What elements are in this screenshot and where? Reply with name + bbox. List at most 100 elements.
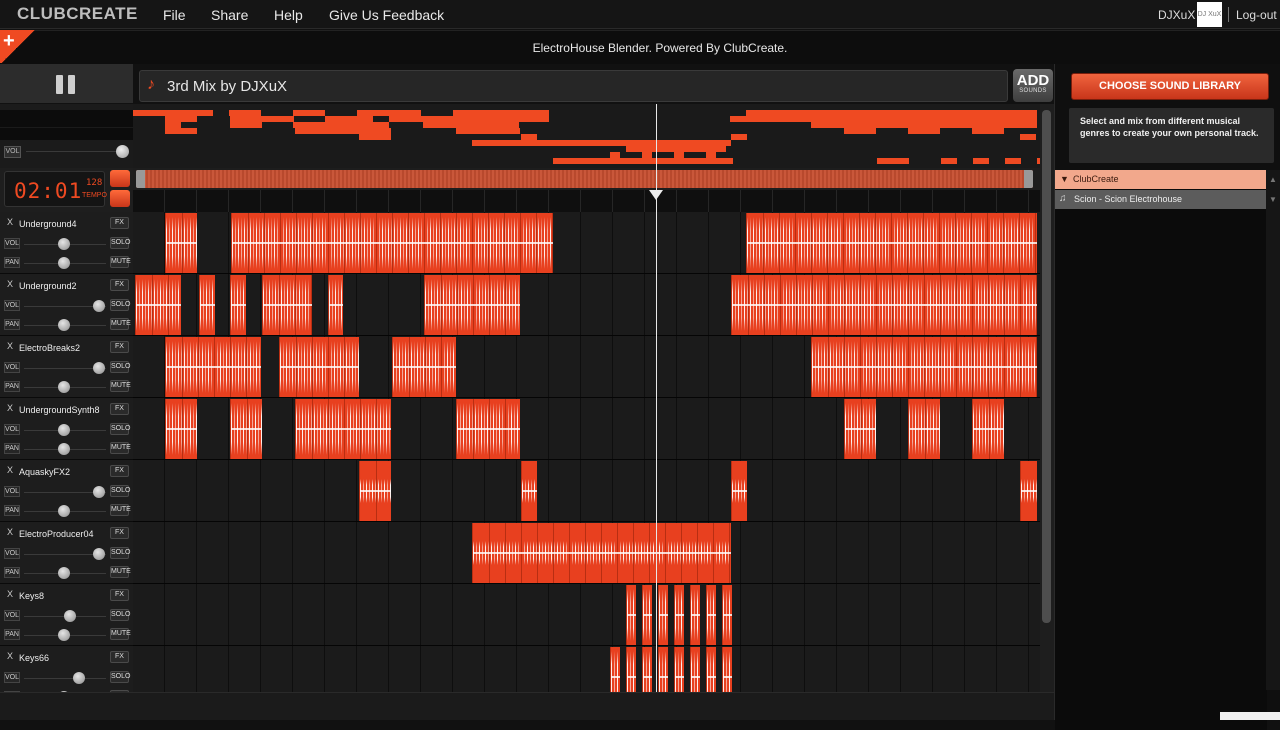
track-lane[interactable]: [133, 274, 1040, 336]
pan-knob[interactable]: [58, 443, 70, 455]
mix-title-bar[interactable]: ♪ 3rd Mix by DJXuX: [139, 70, 1008, 102]
audio-clip[interactable]: [279, 337, 359, 397]
timeline-ruler[interactable]: [133, 190, 1040, 212]
fx-button[interactable]: FX: [110, 279, 129, 291]
audio-clip[interactable]: [658, 647, 668, 692]
scroll-down-icon[interactable]: ▼: [1269, 195, 1277, 204]
audio-clip[interactable]: [844, 399, 876, 459]
fx-button[interactable]: FX: [110, 651, 129, 663]
solo-button[interactable]: SOLO: [110, 361, 130, 373]
avatar[interactable]: DJ XuX: [1197, 2, 1222, 27]
pause-button[interactable]: [56, 75, 76, 94]
library-folder-clubcreate[interactable]: ▼ ClubCreate: [1055, 170, 1267, 189]
audio-clip[interactable]: [658, 585, 668, 645]
fx-button[interactable]: FX: [110, 403, 129, 415]
solo-button[interactable]: SOLO: [110, 299, 130, 311]
audio-clip[interactable]: [626, 647, 636, 692]
volume-knob[interactable]: [93, 486, 105, 498]
menu-feedback[interactable]: Give Us Feedback: [329, 7, 444, 23]
audio-clip[interactable]: [231, 213, 553, 273]
audio-clip[interactable]: [626, 585, 636, 645]
fx-button[interactable]: FX: [110, 465, 129, 477]
audio-clip[interactable]: [746, 213, 1037, 273]
scroll-up-icon[interactable]: ▲: [1269, 175, 1277, 184]
solo-button[interactable]: SOLO: [110, 609, 130, 621]
track-lane[interactable]: [133, 336, 1040, 398]
solo-button[interactable]: SOLO: [110, 671, 130, 683]
tracks-vertical-scrollbar[interactable]: [1040, 104, 1054, 692]
volume-knob[interactable]: [73, 672, 85, 684]
master-volume-knob[interactable]: [116, 145, 129, 158]
audio-clip[interactable]: [328, 275, 343, 335]
playhead-marker[interactable]: [649, 190, 663, 200]
volume-knob[interactable]: [93, 362, 105, 374]
pan-knob[interactable]: [58, 505, 70, 517]
audio-clip[interactable]: [690, 647, 700, 692]
audio-clip[interactable]: [722, 647, 732, 692]
audio-clip[interactable]: [972, 399, 1004, 459]
mix-title[interactable]: 3rd Mix by DJXuX: [167, 78, 287, 95]
remove-track-button[interactable]: X: [7, 589, 13, 599]
mute-button[interactable]: MUTE: [110, 566, 131, 578]
menu-help[interactable]: Help: [274, 7, 303, 23]
pan-knob[interactable]: [58, 567, 70, 579]
remove-track-button[interactable]: X: [7, 527, 13, 537]
audio-clip[interactable]: [199, 275, 215, 335]
menu-file[interactable]: File: [163, 7, 186, 23]
tempo-up-button[interactable]: [110, 170, 130, 187]
audio-clip[interactable]: [706, 647, 716, 692]
mute-button[interactable]: MUTE: [110, 256, 131, 268]
remove-track-button[interactable]: X: [7, 279, 13, 289]
vertical-scroll-thumb[interactable]: [1042, 110, 1051, 623]
audio-clip[interactable]: [135, 275, 181, 335]
arrangement-grid[interactable]: [133, 212, 1040, 692]
pan-knob[interactable]: [58, 381, 70, 393]
solo-button[interactable]: SOLO: [110, 423, 130, 435]
audio-clip[interactable]: [165, 337, 261, 397]
mute-button[interactable]: MUTE: [110, 442, 131, 454]
mute-button[interactable]: MUTE: [110, 628, 131, 640]
mix-overview[interactable]: [133, 104, 1040, 168]
scroll-handle-left[interactable]: [136, 170, 145, 188]
audio-clip[interactable]: [230, 399, 262, 459]
mute-button[interactable]: MUTE: [110, 380, 131, 392]
fx-button[interactable]: FX: [110, 341, 129, 353]
volume-knob[interactable]: [93, 548, 105, 560]
audio-clip[interactable]: [359, 461, 391, 521]
track-lane[interactable]: [133, 460, 1040, 522]
library-item-scion[interactable]: ♫ Scion - Scion Electrohouse: [1055, 190, 1267, 209]
audio-clip[interactable]: [642, 585, 652, 645]
mute-button[interactable]: MUTE: [110, 504, 131, 516]
audio-clip[interactable]: [456, 399, 520, 459]
audio-clip[interactable]: [392, 337, 456, 397]
volume-knob[interactable]: [93, 300, 105, 312]
remove-track-button[interactable]: X: [7, 403, 13, 413]
pan-knob[interactable]: [58, 319, 70, 331]
master-volume-track[interactable]: [26, 151, 118, 152]
audio-clip[interactable]: [731, 461, 747, 521]
menu-share[interactable]: Share: [211, 7, 248, 23]
audio-clip[interactable]: [908, 399, 940, 459]
audio-clip[interactable]: [521, 461, 537, 521]
audio-clip[interactable]: [424, 275, 520, 335]
audio-clip[interactable]: [690, 585, 700, 645]
audio-clip[interactable]: [262, 275, 312, 335]
username[interactable]: DJXuX: [1158, 8, 1195, 22]
track-lane[interactable]: [133, 212, 1040, 274]
track-lane[interactable]: [133, 584, 1040, 646]
logout-link[interactable]: Log-out: [1236, 8, 1277, 22]
audio-clip[interactable]: [165, 213, 197, 273]
add-sounds-button[interactable]: ADD SOUNDS: [1013, 69, 1053, 102]
remove-track-button[interactable]: X: [7, 465, 13, 475]
pan-knob[interactable]: [58, 629, 70, 641]
audio-clip[interactable]: [295, 399, 391, 459]
fx-button[interactable]: FX: [110, 217, 129, 229]
track-lane[interactable]: [133, 522, 1040, 584]
pan-knob[interactable]: [58, 257, 70, 269]
scroll-handle-right[interactable]: [1024, 170, 1033, 188]
timeline-scroll-thumb[interactable]: [136, 170, 1033, 188]
fx-button[interactable]: FX: [110, 527, 129, 539]
audio-clip[interactable]: [811, 337, 1037, 397]
audio-clip[interactable]: [230, 275, 246, 335]
fx-button[interactable]: FX: [110, 589, 129, 601]
